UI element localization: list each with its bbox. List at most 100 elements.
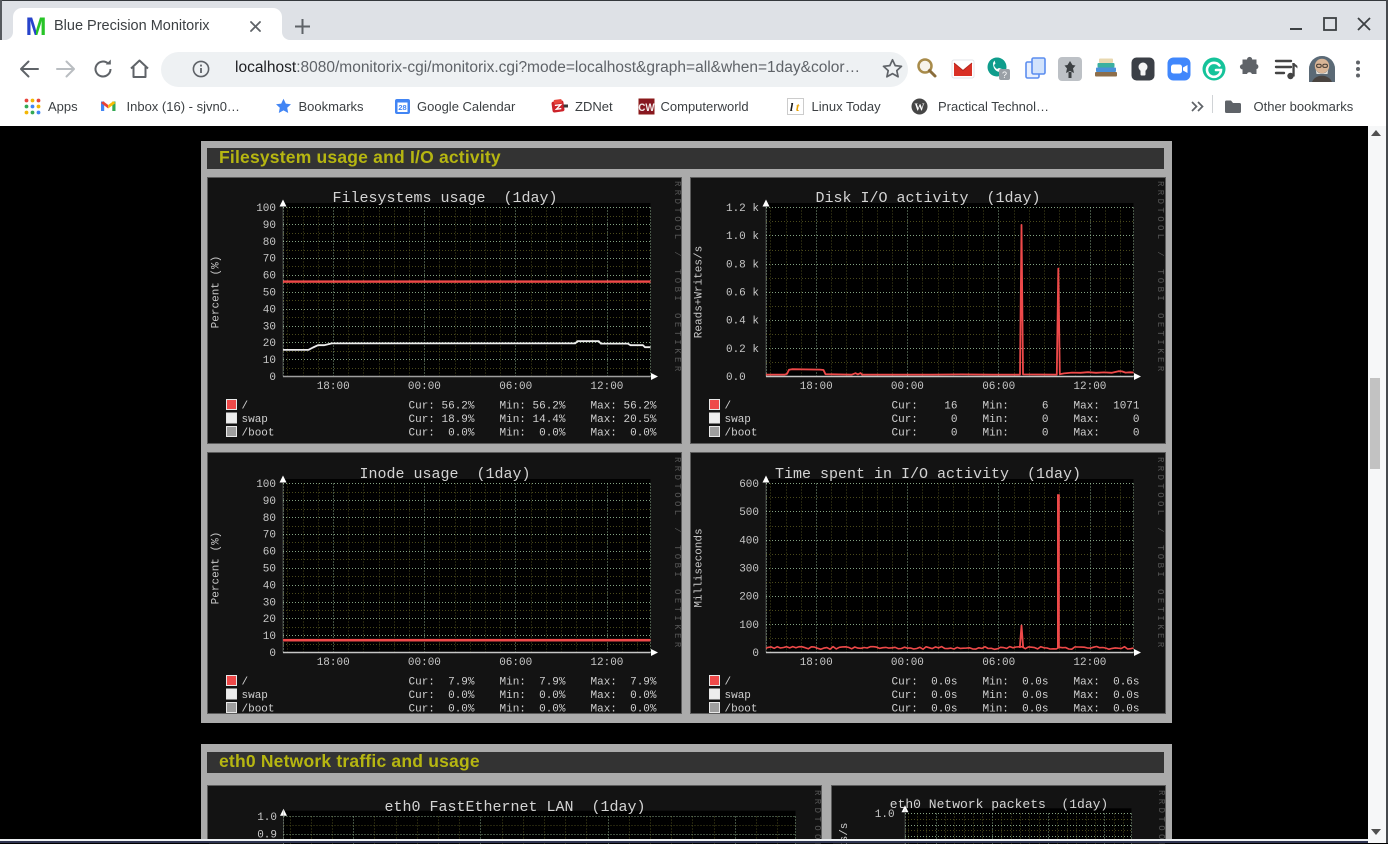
svg-text:Min: 0.0%: Min: 0.0% xyxy=(499,428,565,440)
svg-text:20: 20 xyxy=(262,614,275,626)
svg-text:Max: 0.0%: Max: 0.0% xyxy=(590,703,656,713)
svg-text:Max: 0.0s: Max: 0.0s xyxy=(1073,690,1139,702)
svg-text:/: / xyxy=(241,401,248,413)
svg-text:Cur: 0.0%: Cur: 0.0% xyxy=(408,703,474,713)
svg-text:RRDTOOL / TOBI OETIKER: RRDTOOL / TOBI OETIKER xyxy=(672,457,681,651)
svg-text:/: / xyxy=(724,401,731,413)
svg-text:Cur: 0.0s: Cur: 0.0s xyxy=(891,703,957,713)
svg-text:RRDTOOL / TOBI OETIKER: RRDTOOL / TOBI OETIKER xyxy=(812,790,821,844)
svg-text:80: 80 xyxy=(262,237,275,249)
svg-text:0.6 k: 0.6 k xyxy=(725,288,758,300)
svg-text:60: 60 xyxy=(262,546,275,558)
svg-text:Min: 0: Min: 0 xyxy=(982,428,1048,440)
svg-text:Cur: 0.0%: Cur: 0.0% xyxy=(408,690,474,702)
svg-text:40: 40 xyxy=(262,580,275,592)
svg-text:Time spent in I/O activity (1: Time spent in I/O activity (1day) xyxy=(774,466,1080,483)
svg-text:06:00: 06:00 xyxy=(499,381,532,393)
svg-text:200: 200 xyxy=(739,591,759,603)
svg-text:80: 80 xyxy=(262,512,275,524)
svg-text:eth0 FastEthernet LAN (1day): eth0 FastEthernet LAN (1day) xyxy=(384,799,645,816)
svg-text:/boot: /boot xyxy=(724,428,757,440)
svg-text:Cur: 0: Cur: 0 xyxy=(891,414,957,426)
svg-text:400: 400 xyxy=(739,535,759,547)
svg-text:1.0: 1.0 xyxy=(257,812,277,824)
svg-text:/boot: /boot xyxy=(241,428,274,440)
svg-text:90: 90 xyxy=(262,220,275,232)
svg-text:Min: 7.9%: Min: 7.9% xyxy=(499,676,565,688)
svg-text:/: / xyxy=(724,676,731,688)
svg-text:30: 30 xyxy=(262,321,275,333)
svg-text:00:00: 00:00 xyxy=(407,657,440,669)
svg-text:300: 300 xyxy=(739,563,759,575)
svg-text:RRDTOOL / TOBI OETIKER: RRDTOOL / TOBI OETIKER xyxy=(1155,181,1164,375)
svg-text:90: 90 xyxy=(262,495,275,507)
svg-text:Max: 20.5%: Max: 20.5% xyxy=(590,414,656,426)
svg-text:60: 60 xyxy=(262,271,275,283)
svg-text:Min: 14.4%: Min: 14.4% xyxy=(499,414,565,426)
svg-text:18:00: 18:00 xyxy=(316,381,349,393)
svg-text:Cur: 56.2%: Cur: 56.2% xyxy=(408,401,474,413)
svg-text:Filesystems usage (1day): Filesystems usage (1day) xyxy=(332,190,557,207)
svg-text:swap: swap xyxy=(241,414,267,426)
svg-text:30: 30 xyxy=(262,597,275,609)
svg-text:Cur: 0: Cur: 0 xyxy=(891,428,957,440)
svg-text:/boot: /boot xyxy=(724,703,757,713)
svg-text:10: 10 xyxy=(262,631,275,643)
svg-text:18:00: 18:00 xyxy=(799,381,832,393)
svg-text:100: 100 xyxy=(256,203,276,215)
svg-text:06:00: 06:00 xyxy=(982,657,1015,669)
svg-text:Cur: 0.0s: Cur: 0.0s xyxy=(891,676,957,688)
svg-text:RRDTOOL / TOBI OETIKER: RRDTOOL / TOBI OETIKER xyxy=(1156,790,1165,844)
svg-text:12:00: 12:00 xyxy=(1073,381,1106,393)
svg-text:Reads+Writes/s: Reads+Writes/s xyxy=(693,246,705,338)
svg-text:00:00: 00:00 xyxy=(890,381,923,393)
svg-text:40: 40 xyxy=(262,304,275,316)
svg-text:18:00: 18:00 xyxy=(799,657,832,669)
svg-text:20: 20 xyxy=(262,338,275,350)
svg-text:10: 10 xyxy=(262,355,275,367)
svg-text:50: 50 xyxy=(262,288,275,300)
svg-text:0: 0 xyxy=(269,648,276,660)
svg-text:Cur: 0.0s: Cur: 0.0s xyxy=(891,690,957,702)
svg-text:12:00: 12:00 xyxy=(1073,657,1106,669)
svg-text:W: W xyxy=(915,103,925,114)
svg-text:500: 500 xyxy=(739,507,759,519)
svg-text:Min: 0.0s: Min: 0.0s xyxy=(982,676,1048,688)
svg-text:28: 28 xyxy=(398,103,406,112)
svg-text:Min: 0.0%: Min: 0.0% xyxy=(499,703,565,713)
svg-text:0.0: 0.0 xyxy=(725,372,745,384)
svg-text:1.2 k: 1.2 k xyxy=(725,203,758,215)
svg-text:Cur: 7.9%: Cur: 7.9% xyxy=(408,676,474,688)
svg-text:Max: 7.9%: Max: 7.9% xyxy=(590,676,656,688)
svg-text:swap: swap xyxy=(724,690,750,702)
svg-text:Max: 56.2%: Max: 56.2% xyxy=(590,401,656,413)
svg-text:Min: 56.2%: Min: 56.2% xyxy=(499,401,565,413)
svg-text:Inode usage (1day): Inode usage (1day) xyxy=(359,466,530,483)
svg-text:CW: CW xyxy=(638,103,654,115)
svg-text:18:00: 18:00 xyxy=(316,657,349,669)
svg-text:0: 0 xyxy=(752,648,759,660)
svg-text:12:00: 12:00 xyxy=(590,657,623,669)
svg-text:RRDTOOL / TOBI OETIKER: RRDTOOL / TOBI OETIKER xyxy=(1155,457,1164,651)
svg-text:0.8 k: 0.8 k xyxy=(725,259,758,271)
svg-text:0.4 k: 0.4 k xyxy=(725,316,758,328)
svg-text:0: 0 xyxy=(269,372,276,384)
svg-text:12:00: 12:00 xyxy=(590,381,623,393)
svg-text:Max: 1071: Max: 1071 xyxy=(1073,401,1139,413)
svg-text:1.0 k: 1.0 k xyxy=(725,231,758,243)
svg-text:50: 50 xyxy=(262,563,275,575)
svg-text:100: 100 xyxy=(256,479,276,491)
svg-text:Cur: 18.9%: Cur: 18.9% xyxy=(408,414,474,426)
svg-text:Max: 0.0%: Max: 0.0% xyxy=(590,428,656,440)
svg-text:Max: 0: Max: 0 xyxy=(1073,428,1139,440)
svg-text:Disk I/O activity (1day): Disk I/O activity (1day) xyxy=(815,190,1040,207)
svg-text:?: ? xyxy=(1002,70,1007,80)
svg-text:Milliseconds: Milliseconds xyxy=(693,528,705,607)
svg-text:Percent (%): Percent (%) xyxy=(210,531,222,604)
svg-text:70: 70 xyxy=(262,529,275,541)
svg-text:70: 70 xyxy=(262,254,275,266)
svg-text:eth0 Network packets (1day): eth0 Network packets (1day) xyxy=(890,797,1108,812)
svg-text:Min: 0.0s: Min: 0.0s xyxy=(982,703,1048,713)
svg-text:Min: 0.0%: Min: 0.0% xyxy=(499,690,565,702)
svg-text:Min: 0.0s: Min: 0.0s xyxy=(982,690,1048,702)
